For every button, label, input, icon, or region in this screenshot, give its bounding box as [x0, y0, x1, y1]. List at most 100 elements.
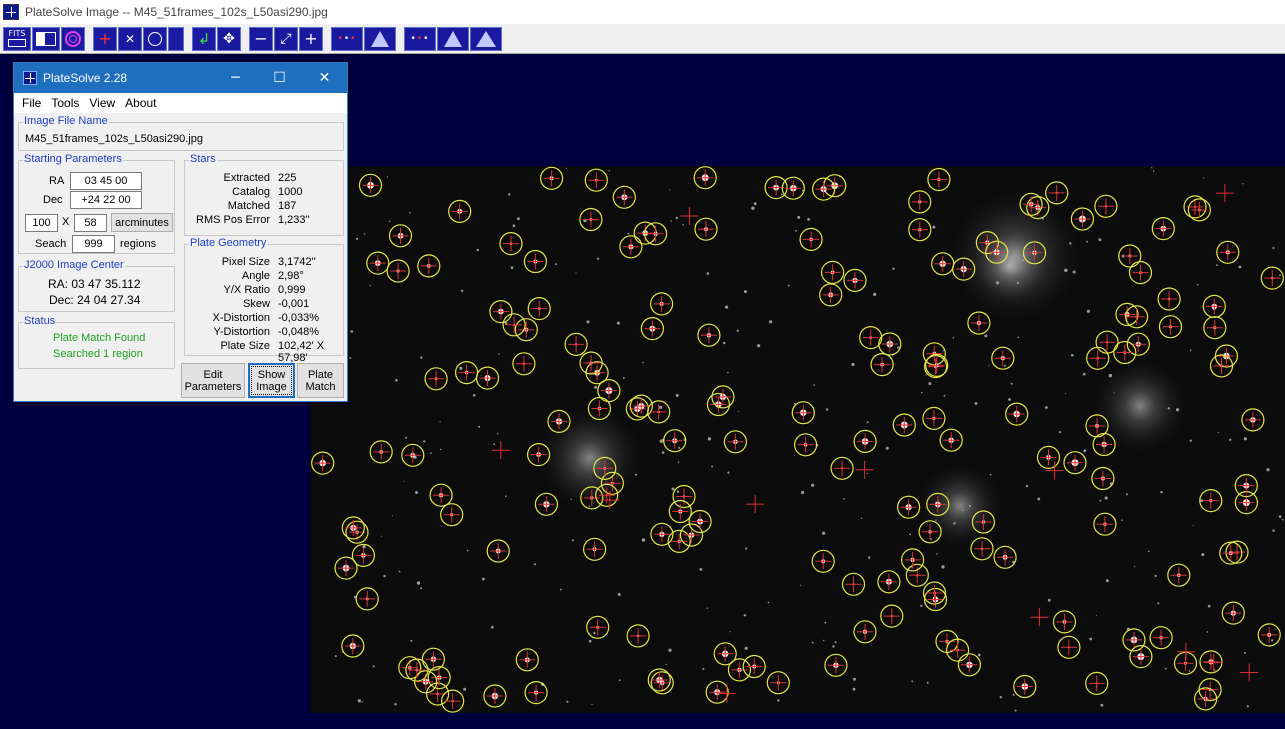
matched-star-marker	[583, 537, 607, 561]
matched-star-marker	[1095, 330, 1119, 354]
matched-star-marker	[1234, 491, 1259, 515]
matched-star-marker	[1085, 414, 1109, 438]
matched-star-marker	[1036, 445, 1061, 469]
menu-file[interactable]: File	[17, 96, 46, 110]
matched-star-marker	[791, 401, 815, 425]
pixel-size-value: 3,1742''	[278, 256, 316, 268]
matched-star-marker	[908, 190, 932, 214]
matched-star-marker	[1052, 610, 1077, 634]
minimize-icon[interactable]: ─	[213, 63, 258, 93]
x-distortion-value: -0,033%	[278, 312, 319, 324]
histogram-wide-button[interactable]	[470, 26, 502, 51]
matched-star-marker	[900, 548, 925, 572]
dec-input[interactable]: +24 22 00	[70, 191, 142, 209]
plate-match-button[interactable]: Plate Match	[297, 363, 344, 398]
ra-label: RA	[49, 175, 65, 187]
target-circle-button[interactable]	[61, 26, 85, 51]
width-input[interactable]: 100	[25, 214, 58, 232]
dots-icon: •••	[337, 33, 357, 44]
catalog-star-cross	[680, 207, 699, 225]
plus-icon: +	[98, 29, 112, 48]
fit-window-button[interactable]: ⤢	[274, 26, 298, 51]
matched-star-marker	[668, 499, 692, 524]
stars-right-button[interactable]: •••	[404, 26, 436, 51]
matched-star-marker	[1234, 474, 1258, 498]
matched-star-marker	[564, 332, 588, 356]
rotate-button[interactable]: ↲	[192, 26, 216, 51]
matched-star-marker	[355, 587, 379, 611]
dialog-title: PlateSolve 2.28	[43, 71, 128, 85]
matched-star-marker	[1005, 402, 1029, 426]
histogram-icon	[371, 30, 389, 47]
circle-button[interactable]	[143, 26, 167, 51]
ra-input[interactable]: 03 45 00	[70, 172, 142, 190]
search-input[interactable]: 999	[72, 235, 115, 253]
y-distortion-value: -0,048%	[278, 326, 319, 338]
zoom-out-button[interactable]: −	[249, 26, 273, 51]
panel-icon	[36, 31, 56, 46]
edit-parameters-button[interactable]: Edit Parameters	[181, 363, 245, 398]
dialog-title-bar[interactable]: PlateSolve 2.28 ─ ☐ ✕	[14, 63, 347, 93]
matched-star-marker	[441, 689, 465, 713]
menu-tools[interactable]: Tools	[46, 96, 84, 110]
matched-star-marker	[957, 653, 982, 677]
matched-star-marker	[877, 570, 901, 594]
matched-star-marker	[1157, 287, 1181, 311]
matched-star-marker	[918, 520, 942, 544]
matched-star-marker	[1257, 623, 1281, 647]
matched-star-marker	[358, 173, 383, 197]
histogram-red-button[interactable]	[437, 26, 469, 51]
show-image-button[interactable]: Show Image	[248, 363, 295, 398]
matched-star-marker	[405, 658, 429, 682]
matched-star-marker	[647, 668, 671, 692]
stars-left-button[interactable]: •••	[331, 26, 363, 51]
status-line-2: Searched 1 region	[53, 348, 143, 360]
matched-star-marker	[824, 653, 848, 677]
image-layout-button[interactable]	[32, 26, 60, 51]
matched-star-marker	[723, 430, 747, 454]
matched-star-marker	[341, 634, 365, 658]
plate-size-value: 102,42' X 57,98'	[278, 340, 325, 364]
catalog-value: 1000	[278, 186, 303, 198]
matched-star-marker	[586, 615, 610, 639]
matched-star-marker	[584, 168, 608, 192]
star-field-image[interactable]	[310, 166, 1285, 713]
matched-star-marker	[593, 456, 617, 480]
dots-icon: •••	[410, 33, 430, 44]
move-button[interactable]: ✥	[217, 26, 241, 51]
x-mark-button[interactable]: ✕	[118, 26, 142, 51]
matched-star-marker	[527, 297, 551, 321]
histogram-icon	[444, 30, 462, 47]
fits-button[interactable]: FITS	[3, 26, 31, 51]
target-icon	[65, 30, 81, 47]
arcminutes-button[interactable]: arcminutes	[111, 213, 173, 232]
catalog-star-cross	[1215, 184, 1234, 203]
yx-ratio-label: Y/X Ratio	[223, 284, 270, 296]
matched-star-marker	[931, 252, 955, 276]
matched-star-marker	[1093, 512, 1117, 536]
menu-view[interactable]: View	[84, 96, 120, 110]
crosshair-button[interactable]: +	[93, 26, 117, 51]
matched-star-marker	[742, 654, 766, 679]
matched-star-marker	[764, 176, 788, 200]
angle-label: Angle	[241, 270, 270, 282]
matched-star-marker	[991, 346, 1015, 370]
matched-star-marker	[514, 318, 538, 342]
menu-about[interactable]: About	[120, 96, 161, 110]
height-input[interactable]: 58	[74, 214, 107, 232]
matched-star-marker	[579, 207, 603, 232]
catalog-star-cross	[1176, 642, 1195, 661]
matched-star-marker	[534, 492, 558, 516]
circle-icon	[148, 31, 162, 46]
matched-star-marker	[523, 249, 547, 274]
matched-star-marker	[667, 529, 691, 553]
blank-button[interactable]	[168, 26, 184, 51]
matched-star-marker	[820, 260, 845, 285]
matched-star-marker	[905, 563, 929, 587]
maximize-icon[interactable]: ☐	[257, 63, 302, 93]
matched-star-marker	[926, 492, 950, 516]
histogram-button[interactable]	[364, 26, 396, 51]
matched-star-marker	[672, 484, 696, 509]
zoom-in-button[interactable]: +	[299, 26, 323, 51]
close-icon[interactable]: ✕	[302, 63, 347, 93]
